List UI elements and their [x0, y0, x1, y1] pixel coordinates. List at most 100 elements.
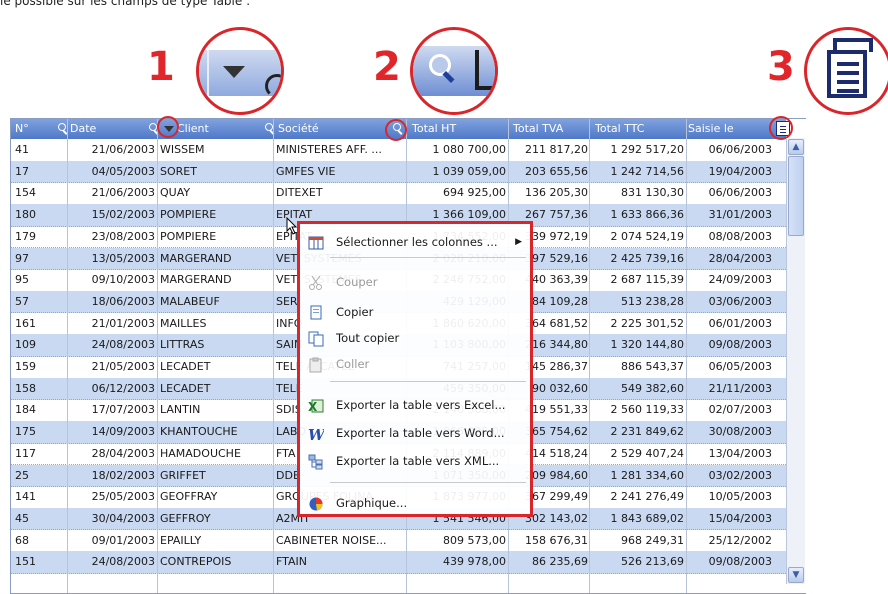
table-cell: GEOFFRAY — [160, 490, 218, 504]
table-cell: 211 817,20 — [525, 143, 588, 156]
scroll-up-button[interactable]: ▲ — [788, 139, 804, 155]
table-cell: 09/01/2003 — [91, 533, 155, 547]
table-row[interactable]: 41 21/06/2003 WISSEM MINISTERES AFF. ... 1 0… — [11, 139, 786, 162]
table-cell: 06/06/2003 — [708, 186, 772, 200]
table-cell: 161 — [15, 316, 36, 330]
table-cell: 15/04/2003 — [708, 511, 772, 525]
table-cell: 1 633 866,36 — [610, 208, 684, 222]
highlight-sort-arrow — [157, 116, 179, 138]
table-cell: 2 687 115,39 — [610, 273, 684, 287]
table-cell: 31/01/2003 — [708, 208, 772, 222]
table-cell: 08/08/2003 — [708, 229, 772, 243]
table-cell: 1 080 700,00 — [432, 143, 506, 156]
search-icon[interactable] — [148, 123, 157, 135]
table-cell: 25/12/2002 — [708, 533, 772, 547]
table-cell: 175 — [15, 425, 36, 439]
menu-item-copy[interactable]: Copier — [300, 299, 530, 325]
menu-item-paste[interactable]: Coller — [300, 351, 530, 377]
svg-text:X: X — [308, 400, 318, 414]
table-cell: 886 543,37 — [621, 360, 684, 373]
table-cell: 03/02/2003 — [708, 468, 772, 482]
table-row[interactable]: 17 04/05/2003 SORET GMFES VIE 1 039 059,00 20… — [11, 160, 786, 184]
table-cell: 1 281 334,60 — [610, 468, 684, 482]
table-cell: 24/08/2003 — [91, 338, 155, 352]
table-cell: 68 — [15, 533, 29, 547]
table-cell: 21/11/2003 — [708, 381, 772, 395]
table-row[interactable]: 151 24/08/2003 CONTREPOIS FTAIN 439 978,00 86… — [11, 551, 786, 574]
table-cell: LECADET — [160, 381, 211, 395]
table-cell: GEFFROY — [160, 511, 211, 525]
table-cell: DITEXET — [276, 186, 323, 200]
menu-item-chart[interactable]: Graphique... — [300, 490, 530, 516]
menu-item-export-excel[interactable]: X Exporter la table vers Excel... — [300, 392, 530, 418]
table-cell: 04/05/2003 — [91, 164, 155, 178]
table-cell: WISSEM — [160, 143, 205, 156]
search-magnifier-icon — [429, 54, 455, 84]
table-cell: 2 560 119,33 — [610, 403, 684, 417]
table-cell: 2 425 739,16 — [610, 251, 684, 265]
table-cell: HAMADOUCHE — [160, 446, 241, 460]
table-cell: 136 205,30 — [525, 186, 588, 200]
menu-item-cut[interactable]: Couper — [300, 269, 530, 295]
table-cell: 02/07/2003 — [708, 403, 772, 417]
submenu-arrow-icon: ▶ — [515, 237, 522, 247]
table-cell: MAILLES — [160, 316, 207, 330]
menu-item-label: Copier — [336, 305, 374, 319]
table-cell: 1 292 517,20 — [610, 143, 684, 156]
table-cell: 1 039 059,00 — [432, 164, 506, 178]
menu-item-export-xml[interactable]: Exporter la table vers XML... — [300, 448, 530, 474]
column-header-total-tva[interactable]: Total TVA — [511, 119, 589, 139]
column-header-label: Total TTC — [595, 122, 645, 135]
column-header-total-ttc[interactable]: Total TTC — [593, 119, 683, 139]
vertical-scrollbar[interactable]: ▲ ▼ — [786, 138, 805, 584]
copy-icon — [308, 304, 324, 320]
table-cell: LANTIN — [160, 403, 201, 417]
menu-item-export-word[interactable]: W Exporter la table vers Word... — [300, 420, 530, 446]
search-icon[interactable] — [264, 123, 276, 135]
table-row[interactable]: 68 09/01/2003 EPAILLY CABINETER NOISE... 809… — [11, 530, 786, 553]
table-cell: 30/04/2003 — [91, 511, 155, 525]
table-cell: 09/08/2003 — [708, 338, 772, 352]
table-cell: 184 — [15, 403, 36, 417]
table-cell: 2 241 276,49 — [610, 490, 684, 504]
menu-item-label: Couper — [336, 275, 378, 289]
column-header-saisie-le[interactable]: Saisie le — [686, 119, 766, 139]
table-cell: POMPIERE — [160, 208, 217, 222]
column-separator — [589, 119, 590, 593]
scroll-down-button[interactable]: ▼ — [788, 567, 804, 583]
column-header-label: Total TVA — [513, 122, 564, 135]
table-cell: 06/12/2003 — [91, 381, 155, 395]
table-cell: 28/04/2003 — [708, 251, 772, 265]
table-cell: 2 225 301,52 — [610, 316, 684, 330]
menu-item-label: Graphique... — [336, 496, 408, 510]
table-cell: 21/01/2003 — [91, 316, 155, 330]
column-separator — [157, 119, 158, 593]
table-cell: LECADET — [160, 360, 211, 373]
table-cell: 1 242 714,56 — [610, 164, 684, 178]
table-cell: 17/07/2003 — [91, 403, 155, 417]
column-header-total-ht[interactable]: Total HT — [411, 119, 506, 139]
table-cell: 1 843 689,02 — [610, 511, 684, 525]
menu-item-label: Coller — [336, 357, 370, 371]
table-row[interactable]: 154 21/06/2003 QUAY DITEXET 694 925,00 136 20… — [11, 182, 786, 205]
table-cell: 10/05/2003 — [708, 490, 772, 504]
table-cell: 06/01/2003 — [708, 316, 772, 330]
table-cell: GRIFFET — [160, 468, 206, 482]
table-cell: 45 — [15, 511, 29, 525]
menu-item-copy-all[interactable]: Tout copier — [300, 325, 530, 351]
word-icon: W — [308, 425, 327, 444]
column-header-date[interactable]: Date — [69, 119, 157, 139]
table-cell: POMPIERE — [160, 229, 217, 243]
table-cell: 159 — [15, 360, 36, 373]
menu-item-select-columns[interactable]: Sélectionner les colonnes ... ▶ — [300, 229, 530, 255]
table-cell: 23/08/2003 — [91, 229, 155, 243]
scroll-thumb[interactable] — [788, 156, 804, 236]
column-separator — [686, 119, 687, 593]
table-cell: LITTRAS — [160, 338, 205, 352]
table-cell: 18/06/2003 — [91, 294, 155, 308]
table-cell: MARGERAND — [160, 273, 232, 287]
menu-separator — [330, 482, 526, 483]
column-header-num[interactable]: N° — [13, 119, 68, 139]
table-cell: 09/08/2003 — [708, 555, 772, 569]
chart-icon — [308, 495, 324, 511]
